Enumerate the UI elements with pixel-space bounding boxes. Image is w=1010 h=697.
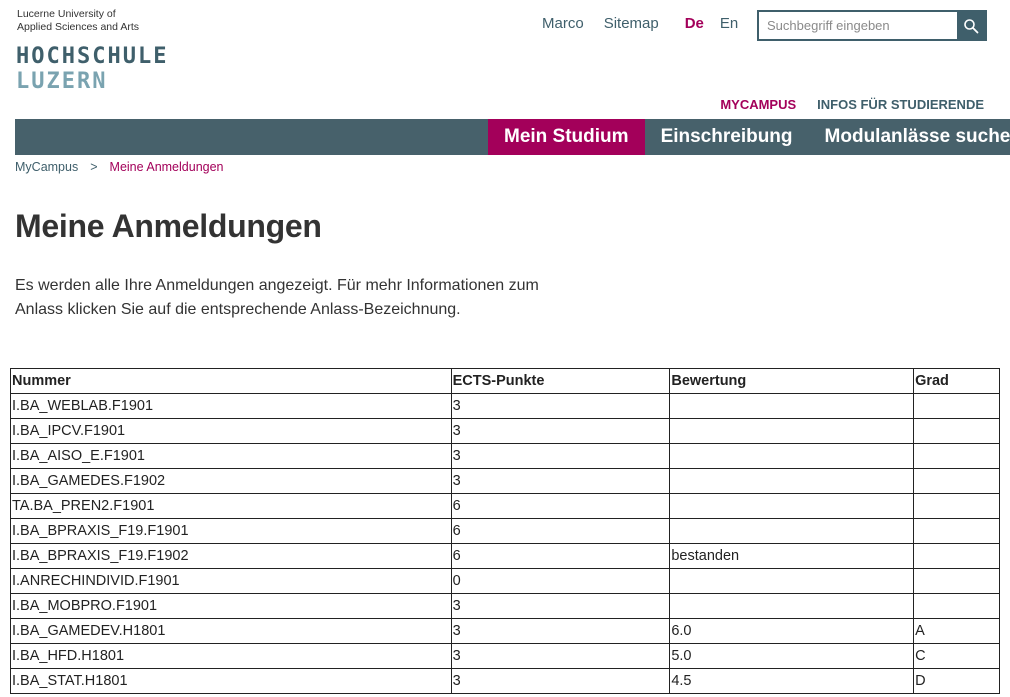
cell-bewertung xyxy=(669,468,915,494)
breadcrumb: MyCampus > Meine Anmeldungen xyxy=(15,160,224,174)
page-title: Meine Anmeldungen xyxy=(15,208,322,244)
cell-bewertung: 4.5 xyxy=(669,668,915,694)
table-row: I.BA_WEBLAB.F1901 3 xyxy=(10,393,1000,419)
cell-bewertung xyxy=(669,393,915,419)
table-row: I.BA_STAT.H1801 3 4.5 D xyxy=(10,668,1000,694)
table-row: I.BA_GAMEDES.F1902 3 xyxy=(10,468,1000,494)
sitemap-link[interactable]: Sitemap xyxy=(604,15,659,32)
cell-grad xyxy=(913,593,1000,619)
table-row: I.BA_IPCV.F1901 3 xyxy=(10,418,1000,444)
registrations-table: Nummer ECTS-Punkte Bewertung Grad I.BA_W… xyxy=(10,368,1000,694)
cell-nummer[interactable]: I.BA_GAMEDES.F1902 xyxy=(10,468,452,494)
table-row: I.ANRECHINDIVID.F1901 0 xyxy=(10,568,1000,594)
cell-grad xyxy=(913,468,1000,494)
cell-grad: C xyxy=(913,643,1000,669)
cell-nummer[interactable]: I.BA_WEBLAB.F1901 xyxy=(10,393,452,419)
cell-bewertung: bestanden xyxy=(669,543,915,569)
breadcrumb-mycampus[interactable]: MyCampus xyxy=(15,160,78,174)
cell-nummer[interactable]: I.BA_IPCV.F1901 xyxy=(10,418,452,444)
cell-ects: 3 xyxy=(450,468,671,494)
cell-nummer[interactable]: I.BA_HFD.H1801 xyxy=(10,643,452,669)
top-links: Marco Sitemap De En xyxy=(542,15,738,32)
table-row: I.BA_BPRAXIS_F19.F1901 6 xyxy=(10,518,1000,544)
cell-nummer[interactable]: I.ANRECHINDIVID.F1901 xyxy=(10,568,452,594)
cell-grad: A xyxy=(913,618,1000,644)
logo-line2: LUZERN xyxy=(16,69,108,94)
main-navigation: Mein Studium Einschreibung Modulanlässe … xyxy=(15,119,1010,155)
logo-line1: HOCHSCHULE xyxy=(16,44,169,69)
cell-nummer[interactable]: TA.BA_PREN2.F1901 xyxy=(10,493,452,519)
logo-tagline[interactable]: Lucerne University of Applied Sciences a… xyxy=(17,8,139,34)
cell-ects: 6 xyxy=(450,543,671,569)
cell-nummer[interactable]: I.BA_STAT.H1801 xyxy=(10,668,452,694)
cell-nummer[interactable]: I.BA_AISO_E.F1901 xyxy=(10,443,452,469)
subnav-mycampus[interactable]: MYCAMPUS xyxy=(720,97,796,112)
cell-grad xyxy=(913,393,1000,419)
cell-bewertung: 6.0 xyxy=(669,618,915,644)
col-header-nummer: Nummer xyxy=(10,368,452,394)
cell-ects: 6 xyxy=(450,493,671,519)
lang-en-link[interactable]: En xyxy=(720,15,738,32)
cell-grad xyxy=(913,568,1000,594)
cell-bewertung xyxy=(669,418,915,444)
breadcrumb-current[interactable]: Meine Anmeldungen xyxy=(110,160,224,174)
table-row: TA.BA_PREN2.F1901 6 xyxy=(10,493,1000,519)
cell-bewertung xyxy=(669,493,915,519)
nav-mein-studium[interactable]: Mein Studium xyxy=(488,119,645,155)
nav-modulanlaesse-suchen[interactable]: Modulanlässe suchen xyxy=(809,119,1010,155)
table-row: I.BA_GAMEDEV.H1801 3 6.0 A xyxy=(10,618,1000,644)
cell-grad xyxy=(913,493,1000,519)
cell-nummer[interactable]: I.BA_GAMEDEV.H1801 xyxy=(10,618,452,644)
cell-nummer[interactable]: I.BA_BPRAXIS_F19.F1901 xyxy=(10,518,452,544)
cell-grad xyxy=(913,518,1000,544)
table-row: I.BA_MOBPRO.F1901 3 xyxy=(10,593,1000,619)
search-icon xyxy=(964,18,979,33)
intro-line1: Es werden alle Ihre Anmeldungen angezeig… xyxy=(15,277,539,294)
cell-bewertung xyxy=(669,593,915,619)
intro-text: Es werden alle Ihre Anmeldungen angezeig… xyxy=(15,274,595,322)
cell-ects: 3 xyxy=(450,393,671,419)
cell-nummer[interactable]: I.BA_MOBPRO.F1901 xyxy=(10,593,452,619)
logo[interactable]: HOCHSCHULE LUZERN xyxy=(16,44,168,94)
cell-nummer[interactable]: I.BA_BPRAXIS_F19.F1902 xyxy=(10,543,452,569)
cell-ects: 3 xyxy=(450,643,671,669)
intro-line2: Anlass klicken Sie auf die entsprechende… xyxy=(15,301,461,318)
cell-ects: 3 xyxy=(450,443,671,469)
cell-ects: 3 xyxy=(450,618,671,644)
cell-grad xyxy=(913,543,1000,569)
search-input[interactable] xyxy=(759,12,957,39)
col-header-bewertung: Bewertung xyxy=(669,368,915,394)
cell-bewertung xyxy=(669,568,915,594)
sub-navigation: MYCAMPUS INFOS FÜR STUDIERENDE xyxy=(720,97,984,112)
col-header-grad: Grad xyxy=(913,368,1000,394)
cell-bewertung xyxy=(669,518,915,544)
cell-grad: D xyxy=(913,668,1000,694)
cell-ects: 3 xyxy=(450,593,671,619)
logo-tagline-line1: Lucerne University of xyxy=(17,8,116,20)
table-row: I.BA_HFD.H1801 3 5.0 C xyxy=(10,643,1000,669)
cell-bewertung: 5.0 xyxy=(669,643,915,669)
table-row: I.BA_BPRAXIS_F19.F1902 6 bestanden xyxy=(10,543,1000,569)
cell-ects: 3 xyxy=(450,668,671,694)
cell-ects: 0 xyxy=(450,568,671,594)
search-button[interactable] xyxy=(957,12,985,39)
table-header-row: Nummer ECTS-Punkte Bewertung Grad xyxy=(10,368,1000,394)
user-link[interactable]: Marco xyxy=(542,15,584,32)
subnav-infos[interactable]: INFOS FÜR STUDIERENDE xyxy=(817,97,984,112)
cell-grad xyxy=(913,418,1000,444)
table-row: I.BA_AISO_E.F1901 3 xyxy=(10,443,1000,469)
lang-de-link[interactable]: De xyxy=(685,15,704,32)
search-box xyxy=(757,10,987,41)
breadcrumb-separator: > xyxy=(90,160,98,174)
logo-tagline-line2: Applied Sciences and Arts xyxy=(17,21,139,33)
cell-bewertung xyxy=(669,443,915,469)
nav-einschreibung[interactable]: Einschreibung xyxy=(645,119,809,155)
cell-ects: 3 xyxy=(450,418,671,444)
cell-grad xyxy=(913,443,1000,469)
cell-ects: 6 xyxy=(450,518,671,544)
col-header-ects: ECTS-Punkte xyxy=(450,368,671,394)
